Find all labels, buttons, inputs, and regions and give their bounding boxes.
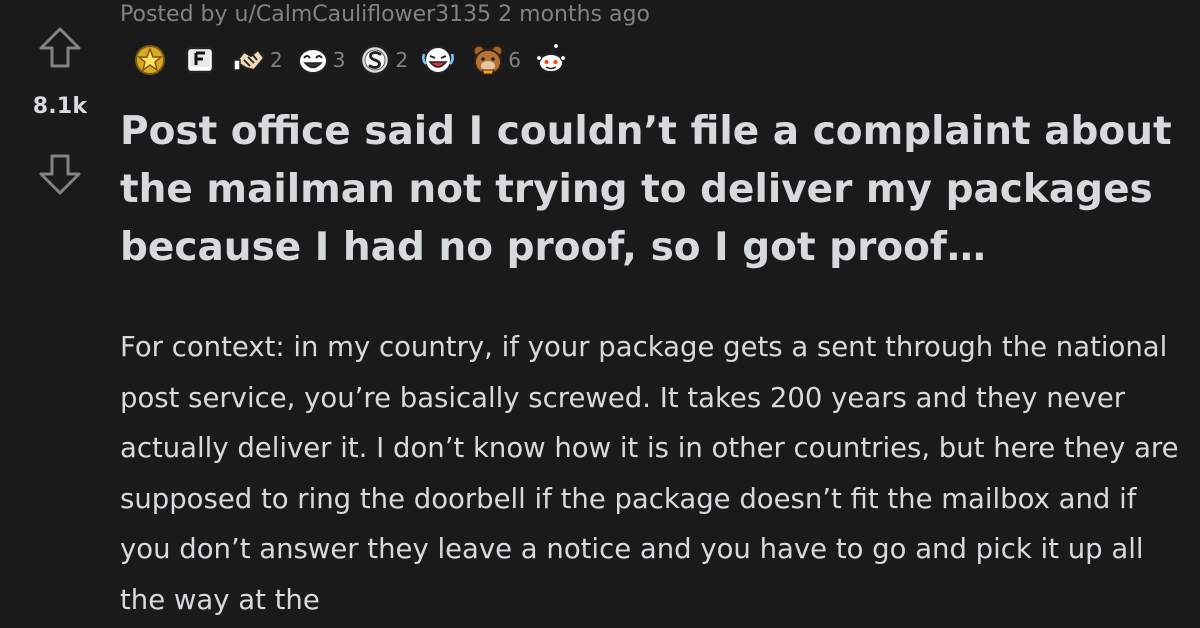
award-f-key[interactable]	[182, 42, 220, 78]
bear-face-award-icon	[470, 42, 506, 78]
award-handshake[interactable]: 2	[232, 42, 283, 78]
laughing-face-award-icon	[295, 42, 331, 78]
award-crying-laughing-face[interactable]	[420, 42, 458, 78]
author-link[interactable]: u/CalmCauliflower3135	[235, 2, 492, 27]
gold-star-award-icon	[132, 42, 168, 78]
vote-column: 8.1k	[20, 0, 100, 628]
post-title[interactable]: Post office said I couldn’t file a compl…	[120, 103, 1195, 277]
award-count: 3	[332, 48, 346, 72]
upvote-arrow-icon	[39, 27, 81, 68]
handshake-award-icon	[232, 42, 268, 78]
post-time: 2 months ago	[491, 2, 650, 27]
award-silver-s[interactable]: 2	[357, 42, 408, 78]
post-body: For context: in my country, if your pack…	[120, 331, 1179, 616]
upvote-button[interactable]	[36, 24, 84, 72]
awards-row: 2 3 2 6	[132, 40, 583, 80]
downvote-arrow-icon	[39, 154, 81, 195]
post-meta: Posted by u/CalmCauliflower3135 2 months…	[120, 2, 650, 27]
crying-laughing-face-award-icon	[420, 42, 456, 78]
award-count: 2	[270, 48, 283, 72]
snoo-award-icon	[533, 42, 569, 78]
vote-score: 8.1k	[32, 94, 88, 119]
downvote-button[interactable]	[36, 150, 84, 198]
award-bear-face[interactable]: 6	[470, 42, 521, 78]
award-count: 6	[508, 48, 521, 72]
silver-s-award-icon	[357, 42, 393, 78]
award-laughing-face[interactable]: 3	[295, 42, 346, 78]
f-key-award-icon	[182, 42, 218, 78]
posted-by-label: Posted by	[120, 2, 235, 27]
award-count: 2	[395, 48, 409, 72]
award-snoo[interactable]	[533, 42, 571, 78]
award-gold-star[interactable]	[132, 42, 170, 78]
